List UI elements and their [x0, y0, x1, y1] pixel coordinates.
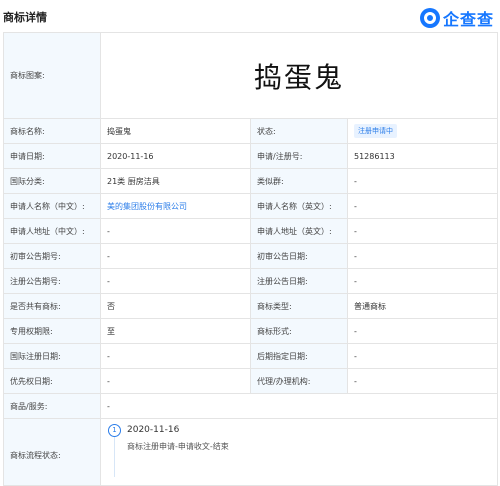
step-description: 商标注册申请-申请收文-结束 [127, 442, 229, 451]
flow-step: 1 2020-11-16 商标注册申请-申请收文-结束 [107, 424, 491, 485]
step-number-icon: 1 [108, 424, 121, 437]
mark-image: 捣蛋鬼 [99, 32, 499, 119]
mark-image-label: 商标图案: [3, 32, 101, 119]
field-value: 2020-11-16 [100, 143, 251, 169]
services-value: - [99, 393, 499, 419]
timeline-line [114, 437, 115, 477]
flow-row: 商标流程状态: 1 2020-11-16 商标注册申请-申请收文-结束 [3, 418, 499, 486]
table-row: 商标名称: 捣蛋鬼 状态: 注册申请中 [3, 118, 499, 144]
field-label: 注册公告期号: [3, 268, 101, 294]
table-row: 申请人名称（中文）: 美的集团股份有限公司 申请人名称（英文）: - [3, 193, 499, 219]
field-label: 商标类型: [250, 293, 348, 319]
field-label: 代理/办理机构: [250, 368, 348, 394]
field-value: - [100, 243, 251, 269]
logo-icon [419, 8, 440, 28]
field-value: 21类 厨房洁具 [100, 168, 251, 194]
field-label: 国际注册日期: [3, 343, 101, 369]
field-label: 专用权期限: [3, 318, 101, 344]
field-label: 注册公告日期: [250, 268, 348, 294]
field-label: 申请人名称（英文）: [250, 193, 348, 219]
field-label: 优先权日期: [3, 368, 101, 394]
page-header: 商标详情 企查查 [0, 0, 500, 32]
field-label: 后期指定日期: [250, 343, 348, 369]
field-label: 商标形式: [250, 318, 348, 344]
field-value: - [346, 168, 499, 194]
logo-text: 企查查 [442, 10, 494, 29]
field-label: 申请日期: [3, 143, 101, 169]
status-badge: 注册申请中 [354, 124, 397, 138]
field-label: 申请/注册号: [250, 143, 348, 169]
table-row: 注册公告期号: - 注册公告日期: - [3, 268, 499, 294]
field-value: 51286113 [346, 143, 499, 169]
field-label: 申请人地址（英文）: [250, 218, 348, 244]
field-value: - [100, 218, 251, 244]
trademark-detail-table: 商标图案: 捣蛋鬼 商标名称: 捣蛋鬼 状态: 注册申请中 申请日期: 2020… [3, 32, 499, 486]
field-label: 类似群: [250, 168, 348, 194]
services-label: 商品/服务: [3, 393, 101, 419]
qichacha-logo[interactable]: 企查查 [419, 6, 494, 30]
table-row: 优先权日期: - 代理/办理机构: - [3, 368, 499, 394]
step-date: 2020-11-16 [127, 425, 180, 435]
field-value: - [346, 218, 499, 244]
table-row: 申请日期: 2020-11-16 申请/注册号: 51286113 [3, 143, 499, 169]
field-value: - [346, 243, 499, 269]
field-value: - [100, 268, 251, 294]
field-label: 状态: [250, 118, 348, 144]
field-label: 申请人名称（中文）: [3, 193, 101, 219]
field-label: 初审公告期号: [3, 243, 101, 269]
page-title: 商标详情 [3, 11, 47, 24]
field-label: 商标名称: [3, 118, 101, 144]
field-value: 普通商标 [346, 293, 499, 319]
table-row: 专用权期限: 至 商标形式: - [3, 318, 499, 344]
table-row: 国际分类: 21类 厨房洁具 类似群: - [3, 168, 499, 194]
field-value: - [346, 268, 499, 294]
field-label: 国际分类: [3, 168, 101, 194]
table-row: 国际注册日期: - 后期指定日期: - [3, 343, 499, 369]
applicant-link[interactable]: 美的集团股份有限公司 [107, 202, 187, 211]
field-value: 至 [100, 318, 251, 344]
field-label: 申请人地址（中文）: [3, 218, 101, 244]
flow-label: 商标流程状态: [3, 418, 101, 486]
field-value: - [100, 368, 251, 394]
services-row: 商品/服务: - [3, 393, 499, 419]
table-row: 初审公告期号: - 初审公告日期: - [3, 243, 499, 269]
field-label: 是否共有商标: [3, 293, 101, 319]
field-value: - [346, 318, 499, 344]
field-value: - [100, 343, 251, 369]
field-value: 否 [100, 293, 251, 319]
table-row: 是否共有商标: 否 商标类型: 普通商标 [3, 293, 499, 319]
field-label: 初审公告日期: [250, 243, 348, 269]
mark-image-row: 商标图案: 捣蛋鬼 [3, 32, 499, 119]
field-value: - [346, 368, 499, 394]
field-value: - [346, 343, 499, 369]
table-row: 申请人地址（中文）: - 申请人地址（英文）: - [3, 218, 499, 244]
flow-timeline: 1 2020-11-16 商标注册申请-申请收文-结束 [99, 418, 499, 486]
trademark-name: 捣蛋鬼 [100, 118, 251, 144]
field-value: - [346, 193, 499, 219]
